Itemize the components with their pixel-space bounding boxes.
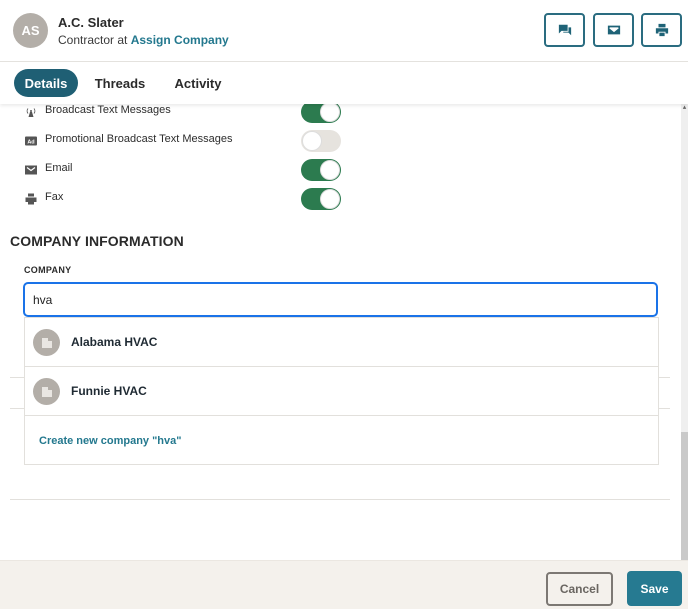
suggestion-item[interactable]: Funnie HVAC bbox=[25, 367, 658, 416]
preference-row: Ad Promotional Broadcast Text Messages bbox=[0, 130, 660, 152]
preference-row: Fax bbox=[0, 188, 660, 210]
building-icon bbox=[33, 329, 60, 356]
preference-row: Email bbox=[0, 159, 660, 181]
toggle-knob bbox=[320, 189, 340, 209]
promotional-toggle[interactable] bbox=[301, 130, 341, 152]
preference-label: Email bbox=[45, 162, 73, 174]
building-icon bbox=[33, 378, 60, 405]
threads-button[interactable] bbox=[544, 13, 585, 47]
details-panel: Broadcast Text Messages Ad Promotional B… bbox=[0, 104, 680, 560]
suggestion-item[interactable]: Alabama HVAC bbox=[25, 318, 658, 367]
preference-label: Promotional Broadcast Text Messages bbox=[45, 133, 233, 145]
scroll-thumb[interactable] bbox=[681, 432, 688, 560]
broadcast-icon bbox=[25, 105, 37, 117]
preference-row: Broadcast Text Messages bbox=[0, 104, 660, 123]
contact-role-prefix: Contractor at bbox=[58, 33, 131, 47]
svg-text:Ad: Ad bbox=[27, 140, 34, 146]
contact-header: AS A.C. Slater Contractor at Assign Comp… bbox=[0, 0, 688, 62]
envelope-icon bbox=[607, 25, 620, 35]
cancel-button[interactable]: Cancel bbox=[546, 572, 613, 606]
company-suggestions-dropdown: Alabama HVAC Funnie HVAC Create new comp… bbox=[24, 317, 659, 465]
printer-icon bbox=[655, 23, 668, 37]
save-button[interactable]: Save bbox=[627, 571, 682, 606]
divider bbox=[10, 499, 670, 500]
create-company-link[interactable]: Create new company "hva" bbox=[39, 435, 181, 447]
tab-activity[interactable]: Activity bbox=[168, 69, 228, 97]
toggle-knob bbox=[320, 160, 340, 180]
envelope-icon bbox=[25, 163, 37, 175]
printer-icon bbox=[25, 192, 37, 205]
company-field-label: COMPANY bbox=[24, 265, 72, 275]
email-toggle[interactable] bbox=[301, 159, 341, 181]
suggestion-name: Alabama HVAC bbox=[71, 335, 158, 349]
company-input[interactable] bbox=[23, 282, 658, 317]
tab-details[interactable]: Details bbox=[14, 69, 78, 97]
scroll-up-arrow-icon[interactable]: ▴ bbox=[681, 104, 688, 112]
suggestion-name: Funnie HVAC bbox=[71, 384, 147, 398]
tab-bar: Details Threads Activity bbox=[0, 62, 688, 104]
print-button[interactable] bbox=[641, 13, 682, 47]
preference-label: Fax bbox=[45, 191, 64, 203]
broadcast-toggle[interactable] bbox=[301, 104, 341, 123]
preference-label: Broadcast Text Messages bbox=[45, 104, 171, 116]
ad-icon: Ad bbox=[25, 134, 37, 146]
footer-bar: Cancel Save bbox=[0, 560, 688, 609]
scrollbar[interactable]: ▴ bbox=[681, 104, 688, 560]
section-title: COMPANY INFORMATION bbox=[10, 233, 184, 249]
fax-toggle[interactable] bbox=[301, 188, 341, 210]
contact-role: Contractor at Assign Company bbox=[58, 33, 229, 47]
assign-company-link[interactable]: Assign Company bbox=[131, 33, 229, 47]
toggle-knob bbox=[320, 104, 340, 122]
contact-name: A.C. Slater bbox=[58, 15, 124, 30]
tab-threads[interactable]: Threads bbox=[90, 69, 150, 97]
avatar: AS bbox=[13, 13, 48, 48]
toggle-knob bbox=[302, 131, 322, 151]
chat-icon bbox=[558, 24, 571, 36]
email-button[interactable] bbox=[593, 13, 634, 47]
